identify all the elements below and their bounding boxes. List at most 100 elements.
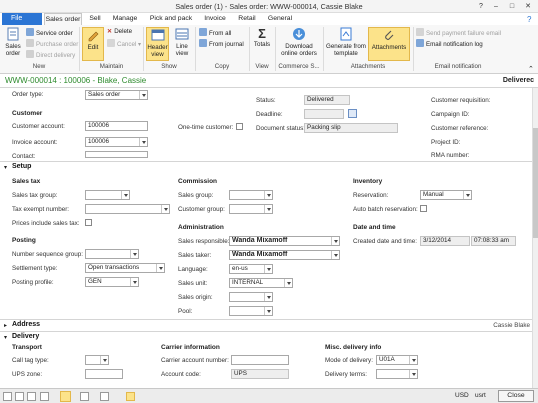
chevron-down-icon[interactable]: [264, 307, 272, 315]
attachments-button[interactable]: Attachments: [368, 27, 410, 61]
chevron-down-icon[interactable]: [331, 237, 339, 245]
ups-zone-field[interactable]: [85, 369, 123, 379]
delete-button[interactable]: ✕ Delete: [107, 28, 132, 35]
copy-from-journal-button[interactable]: From journal: [199, 39, 244, 48]
service-order-icon: [26, 28, 34, 36]
mode-of-delivery-field[interactable]: U01A: [376, 355, 418, 365]
line-view-button[interactable]: Line view: [171, 27, 193, 61]
new-sales-order-button[interactable]: Sales order: [3, 27, 23, 61]
delivery-section-header[interactable]: ▾ Delivery: [0, 331, 532, 342]
language-field[interactable]: en-us: [229, 264, 273, 274]
chevron-down-icon[interactable]: [121, 191, 129, 199]
address-section-header[interactable]: ▸ Address Cassie Blake: [0, 319, 532, 330]
chevron-down-icon[interactable]: [264, 205, 272, 213]
scrollbar-thumb[interactable]: [533, 128, 538, 238]
copy-from-all-button[interactable]: From all: [199, 28, 231, 37]
service-order-button[interactable]: Service order: [26, 28, 73, 37]
calendar-icon[interactable]: [348, 109, 357, 118]
vertical-scrollbar[interactable]: [532, 88, 538, 388]
settlement-type-field[interactable]: Open transactions: [85, 263, 165, 273]
commission-sales-group-field[interactable]: [229, 190, 273, 200]
chevron-down-icon[interactable]: [139, 138, 147, 146]
sales-origin-label: Sales origin:: [178, 294, 213, 301]
prices-include-tax-checkbox[interactable]: [85, 219, 92, 226]
number-sequence-group-field[interactable]: [85, 249, 139, 259]
collapse-ribbon-icon[interactable]: ⌃: [528, 65, 534, 73]
invoice-account-field[interactable]: 100006: [85, 137, 148, 147]
direct-delivery-button[interactable]: Direct delivery: [26, 50, 75, 59]
sales-unit-field[interactable]: INTERNAL: [229, 278, 293, 288]
tab-general[interactable]: General: [264, 13, 296, 25]
purchase-order-button[interactable]: Purchase order: [26, 39, 78, 48]
chevron-down-icon[interactable]: [264, 191, 272, 199]
chevron-down-icon[interactable]: [130, 250, 138, 258]
maximize-button[interactable]: □: [506, 2, 518, 11]
posting-profile-field[interactable]: GEN: [85, 277, 139, 287]
customer-account-field[interactable]: 100006: [85, 121, 148, 131]
deadline-field: [304, 109, 344, 119]
created-date-field: 3/12/2014: [420, 236, 470, 246]
tab-invoice[interactable]: Invoice: [200, 13, 230, 25]
close-window-button[interactable]: ✕: [522, 2, 534, 11]
chevron-down-icon[interactable]: [331, 251, 339, 259]
status-value: Delivered: [307, 96, 334, 103]
tab-sell[interactable]: Sell: [84, 13, 106, 25]
auto-batch-reservation-checkbox[interactable]: [420, 205, 427, 212]
email-notification-log-button[interactable]: Email notification log: [416, 39, 483, 48]
message-icon[interactable]: [15, 392, 24, 401]
totals-button[interactable]: Σ Totals: [252, 27, 272, 61]
download-online-orders-button[interactable]: Download online orders: [278, 27, 320, 61]
help-icon[interactable]: ?: [527, 15, 531, 24]
line-view-label: Line view: [175, 43, 189, 57]
sales-origin-field[interactable]: [229, 292, 273, 302]
tab-pick-and-pack[interactable]: Pick and pack: [146, 13, 196, 25]
log-icon: [416, 39, 424, 47]
document-icon[interactable]: [40, 392, 49, 401]
tab-file[interactable]: File: [2, 13, 42, 25]
generate-from-template-button[interactable]: Generate from template: [326, 27, 366, 61]
record-icon[interactable]: [80, 392, 89, 401]
address-summary: Cassie Blake: [493, 322, 530, 329]
carrier-account-number-field[interactable]: [231, 355, 289, 365]
chevron-down-icon[interactable]: [463, 191, 471, 199]
tax-exempt-number-field[interactable]: [85, 204, 170, 214]
setup-section-header[interactable]: ▾ Setup: [0, 161, 532, 172]
chevron-down-icon[interactable]: [284, 279, 292, 287]
tab-manage[interactable]: Manage: [108, 13, 142, 25]
delivery-terms-field[interactable]: [376, 369, 418, 379]
attachment-status-icon[interactable]: [100, 392, 109, 401]
sales-taker-field[interactable]: Wanda Mixamoff: [229, 250, 340, 260]
tab-retail[interactable]: Retail: [234, 13, 260, 25]
chevron-down-icon[interactable]: [264, 265, 272, 273]
send-payment-failure-email-button[interactable]: Send payment failure email: [416, 28, 501, 37]
sales-tax-group-field[interactable]: [85, 190, 130, 200]
chevron-down-icon[interactable]: [139, 91, 147, 99]
chevron-down-icon[interactable]: [161, 205, 169, 213]
chevron-down-icon[interactable]: [130, 278, 138, 286]
chevron-down-icon[interactable]: [100, 356, 108, 364]
help-button[interactable]: ?: [475, 2, 487, 11]
commission-customer-group-field[interactable]: [229, 204, 273, 214]
one-time-customer-checkbox[interactable]: [236, 123, 243, 130]
chevron-down-icon[interactable]: [409, 370, 417, 378]
call-tag-type-field[interactable]: [85, 355, 109, 365]
edit-mode-icon[interactable]: [60, 391, 71, 402]
cancel-order-button[interactable]: Cancel ▾: [107, 39, 141, 48]
close-button[interactable]: Close: [498, 390, 534, 402]
record-title: WWW-000014 : 100006 - Blake, Cassie: [5, 76, 147, 85]
sales-responsible-field[interactable]: Wanda Mixamoff: [229, 236, 340, 246]
attachments-status-icon[interactable]: [126, 392, 135, 401]
chevron-down-icon[interactable]: [409, 356, 417, 364]
reservation-field[interactable]: Manual: [420, 190, 472, 200]
chevron-down-icon[interactable]: [264, 293, 272, 301]
chevron-down-icon[interactable]: [156, 264, 164, 272]
contact-field[interactable]: [85, 151, 148, 158]
info-icon[interactable]: [27, 392, 36, 401]
minimize-button[interactable]: –: [490, 2, 502, 11]
notification-icon[interactable]: [3, 392, 12, 401]
pool-field[interactable]: [229, 306, 273, 316]
header-view-button[interactable]: Header view: [146, 27, 169, 61]
tab-sales-order[interactable]: Sales order: [44, 13, 82, 25]
edit-button[interactable]: Edit: [82, 27, 104, 61]
order-type-field[interactable]: Sales order: [85, 90, 148, 100]
